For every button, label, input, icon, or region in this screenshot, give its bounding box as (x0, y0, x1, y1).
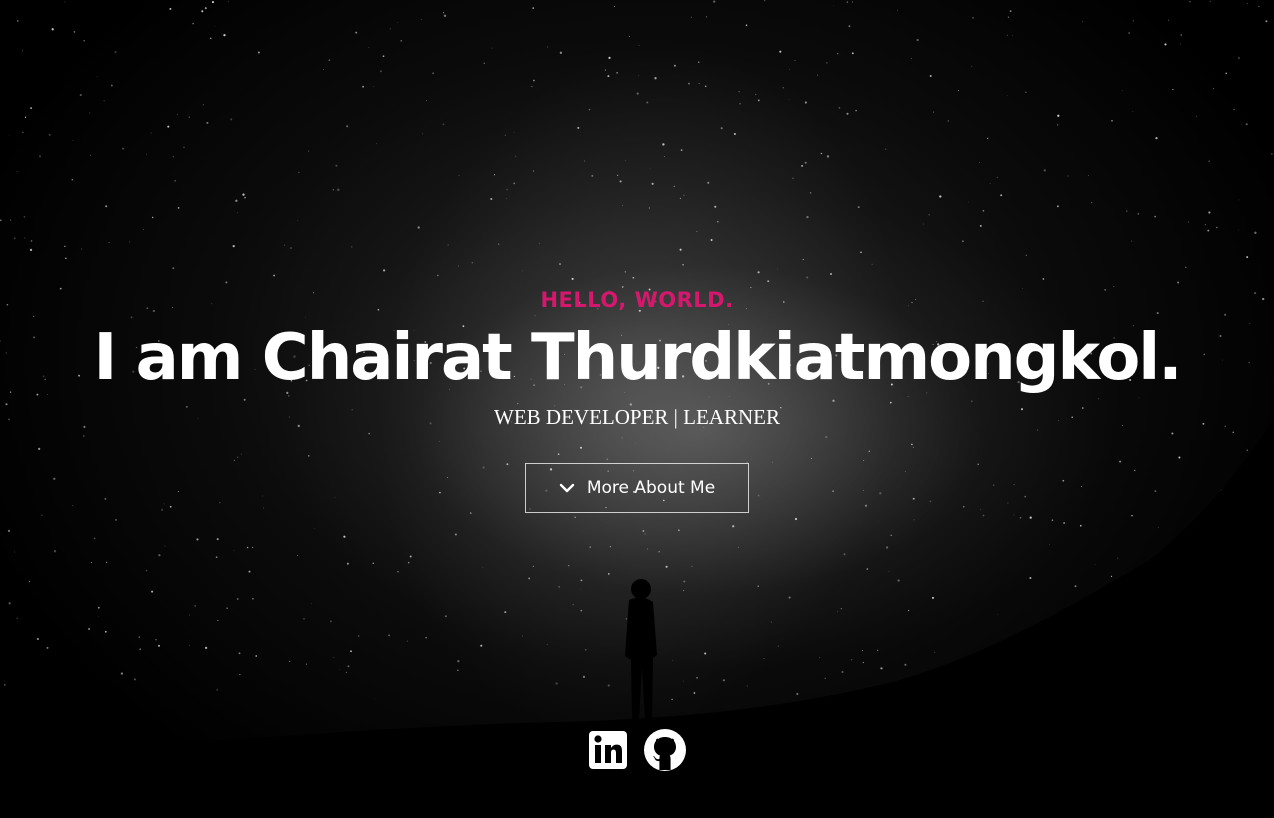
hero-content: HELLO, WORLD. I am Chairat Thurdkiatmong… (0, 284, 1274, 513)
social-links (0, 728, 1274, 772)
more-about-me-button[interactable]: More About Me (525, 463, 749, 513)
greeting: HELLO, WORLD. (540, 288, 734, 312)
chevron-down-icon (559, 483, 575, 493)
person-silhouette (625, 579, 657, 720)
headline: I am Chairat Thurdkiatmongkol. (93, 321, 1182, 395)
tagline: WEB DEVELOPER | LEARNER (494, 405, 780, 429)
more-about-me-label: More About Me (586, 478, 716, 498)
linkedin-icon[interactable] (587, 728, 631, 772)
hero-section: HELLO, WORLD. I am Chairat Thurdkiatmong… (0, 0, 1274, 818)
github-icon[interactable] (643, 728, 687, 772)
